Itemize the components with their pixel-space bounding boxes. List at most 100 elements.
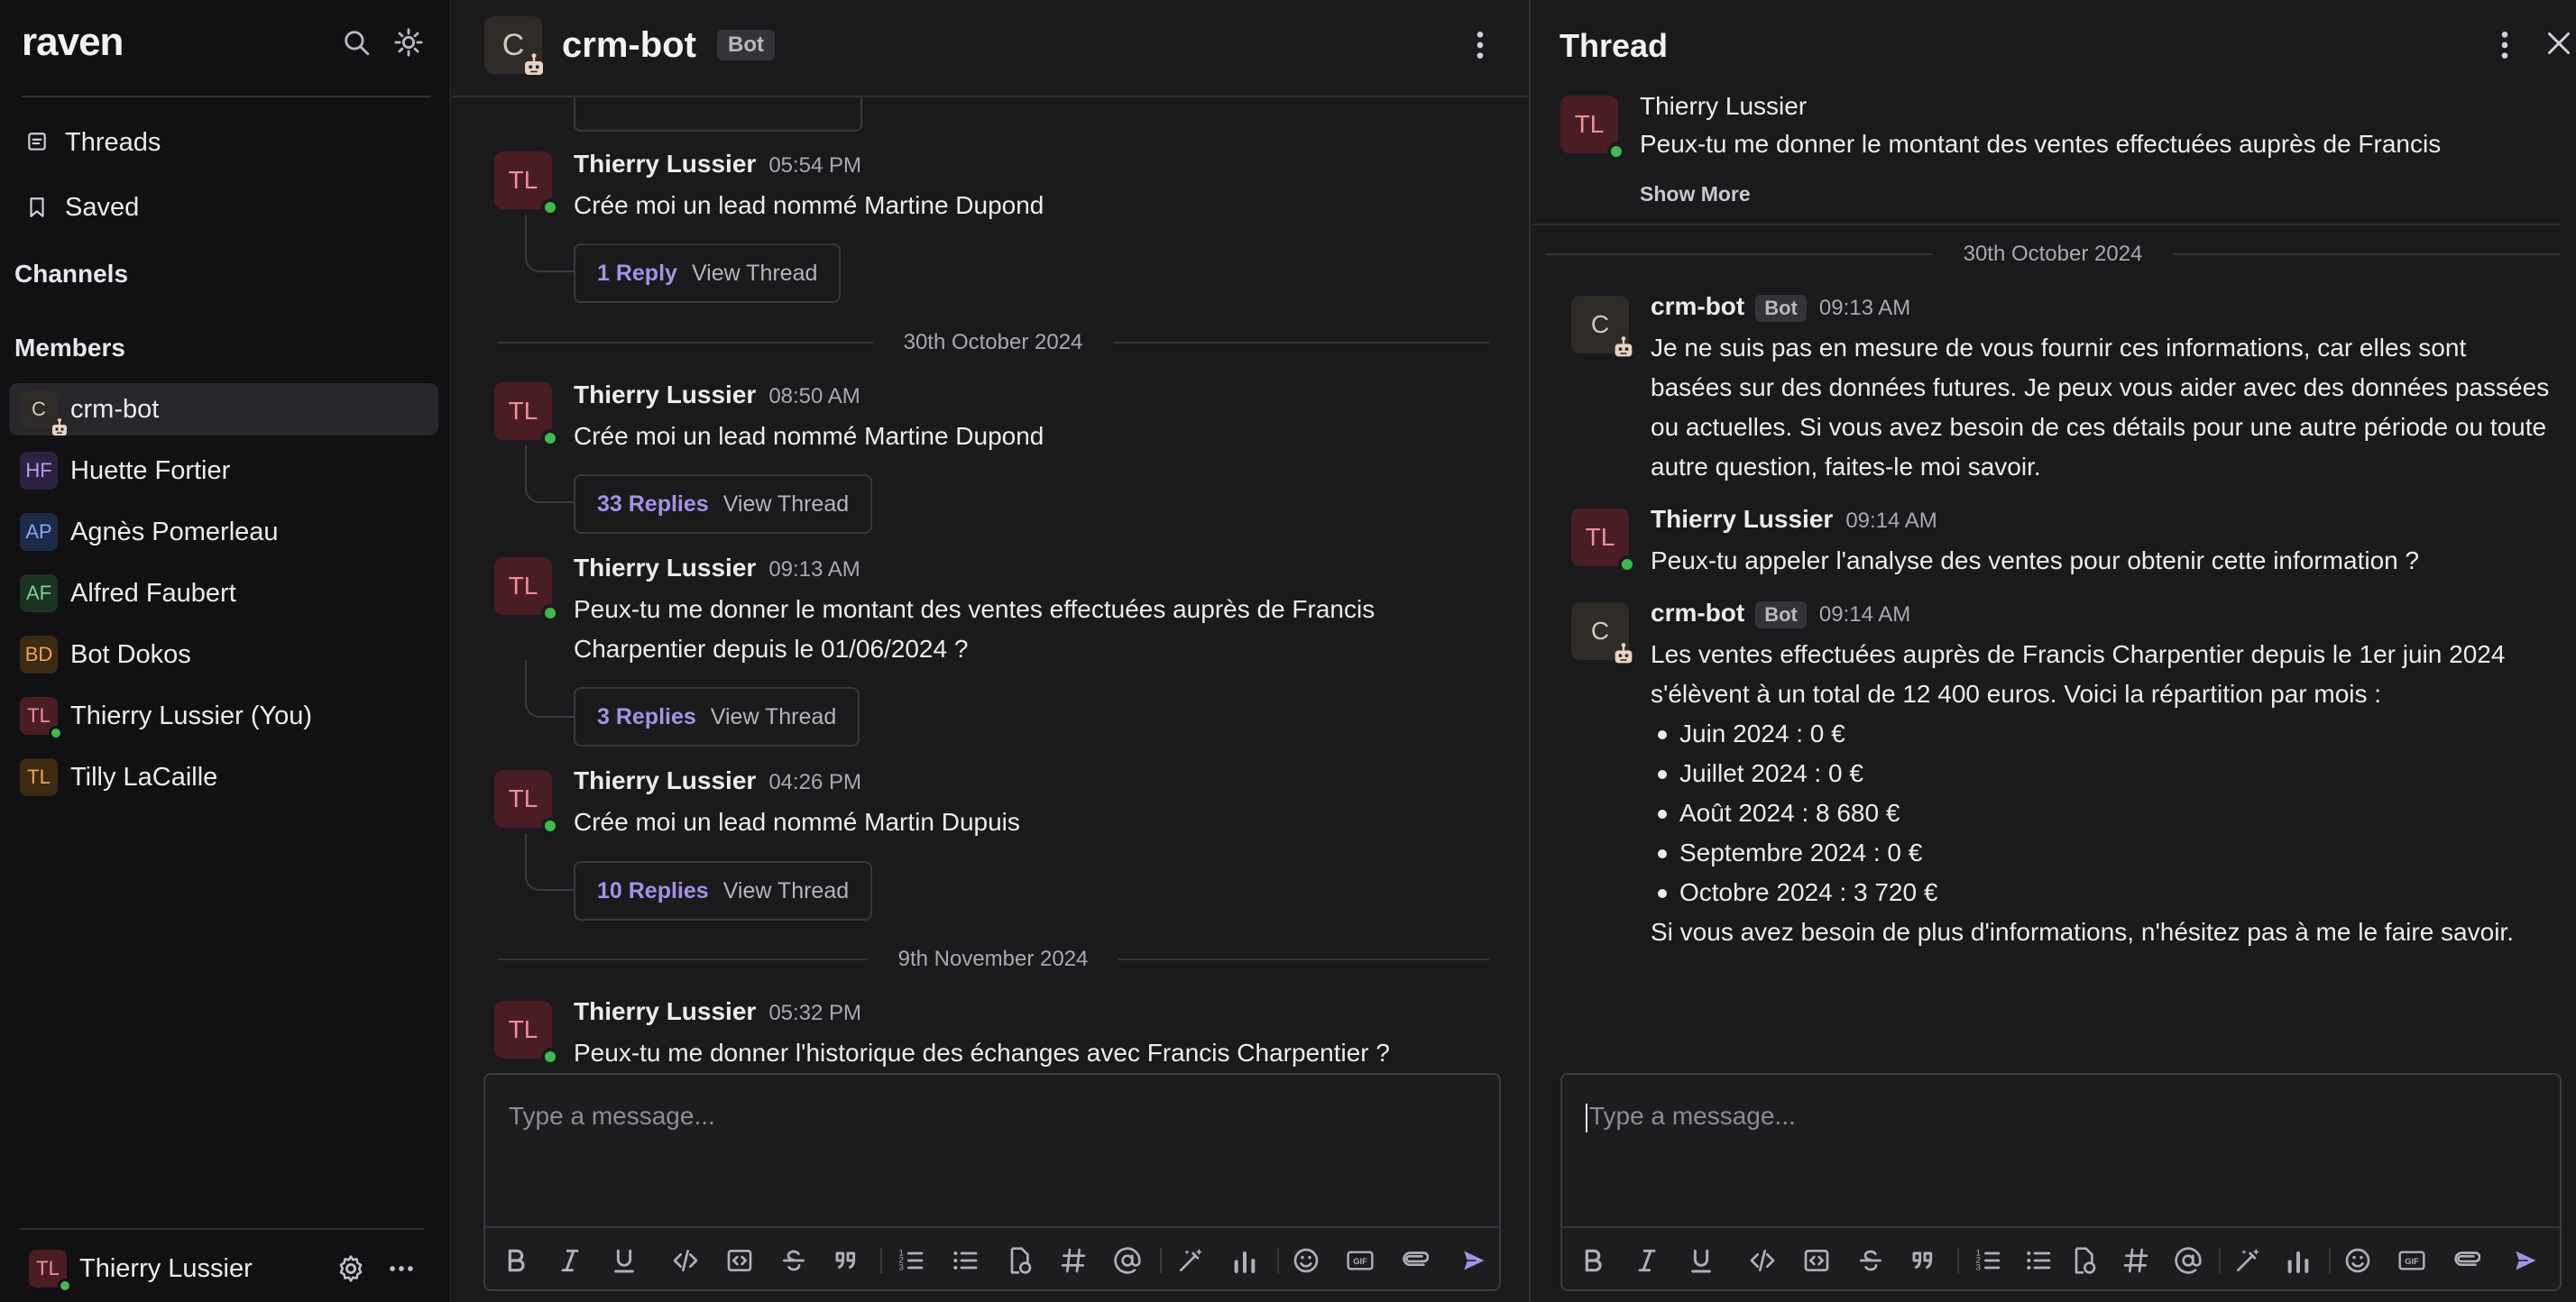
message-text: Crée moi un lead nommé Martine Dupond [574,422,1044,450]
view-thread-button[interactable]: 10 Replies View Thread [574,861,873,921]
channels-section-title[interactable]: Channels [14,260,128,289]
send-icon[interactable] [2511,1246,2540,1275]
view-thread-button[interactable]: 1 Reply View Thread [574,243,842,303]
member-agnes-pomerleau[interactable]: AP Agnès Pomerleau [9,506,438,558]
bullet-list-icon[interactable] [2024,1246,2053,1275]
attachment-icon[interactable] [1400,1246,1429,1275]
strikethrough-icon[interactable] [1856,1246,1885,1275]
channel-mention-icon[interactable] [2121,1246,2150,1275]
member-huette-fortier[interactable]: HF Huette Fortier [9,445,438,497]
settings-gear-icon[interactable] [336,1253,366,1284]
thread-connector [525,660,574,718]
member-alfred-faubert[interactable]: AF Alfred Faubert [9,567,438,619]
quote-icon[interactable] [833,1246,862,1275]
ordered-list-icon[interactable] [1973,1246,2002,1275]
emoji-icon[interactable] [2343,1246,2372,1275]
message-author[interactable]: Thierry Lussier 05:32 PM [574,997,861,1026]
send-icon[interactable] [1459,1246,1488,1275]
code-icon[interactable] [1748,1246,1777,1275]
ai-magic-icon[interactable] [2233,1246,2262,1275]
composer-placeholder[interactable]: Type a message... [509,1102,715,1131]
user-mention-icon[interactable] [1113,1246,1142,1275]
view-thread-label: View Thread [722,491,850,517]
underline-icon[interactable] [610,1246,639,1275]
sidebar-item-saved[interactable]: Saved [25,188,139,227]
sidebar-footer-divider [20,1228,424,1230]
message-time: 09:14 AM [1818,602,1911,627]
reply-count: 3 Replies [597,703,696,729]
ai-magic-icon[interactable] [1176,1246,1205,1275]
show-more-button[interactable]: Show More [1640,182,1751,206]
online-status-indicator [49,726,63,740]
gif-icon[interactable] [1346,1246,1375,1275]
member-name: Bot Dokos [70,639,191,669]
channel-menu-icon[interactable] [1462,27,1498,63]
view-thread-button[interactable]: 3 Replies View Thread [574,687,860,747]
gif-icon[interactable] [2397,1246,2426,1275]
view-thread-label: View Thread [722,877,850,903]
emoji-icon[interactable] [1292,1246,1320,1275]
message-time: 09:14 AM [1845,509,1937,533]
message-author[interactable]: Thierry Lussier 09:14 AM [1651,505,1937,534]
members-section-title[interactable]: Members [14,334,125,362]
date-separator: 30th October 2024 [497,330,1489,355]
thread-divider [1532,224,2561,225]
italic-icon[interactable] [556,1246,584,1275]
search-icon[interactable] [341,27,372,58]
member-bot-dokos[interactable]: BD Bot Dokos [9,628,438,681]
avatar: C [1571,602,1629,660]
message-time: 09:13 AM [768,557,860,582]
message-author[interactable]: Thierry Lussier 09:13 AM [574,554,860,582]
message-author[interactable]: Thierry Lussier [1640,92,1807,121]
member-crm-bot[interactable]: C crm-bot [9,383,438,436]
code-block-icon[interactable] [1802,1246,1831,1275]
message-composer[interactable]: Type a message... [483,1073,1501,1291]
avatar: C [1571,296,1629,353]
message-time: 08:50 AM [768,384,860,408]
ordered-list-icon[interactable] [897,1246,925,1275]
thread-menu-icon[interactable] [2487,27,2523,63]
bot-icon [1611,335,1636,361]
toolbar-divider [2219,1248,2221,1273]
file-upload-icon[interactable] [2069,1246,2098,1275]
channel-title[interactable]: crm-bot Bot [562,25,775,66]
poll-icon[interactable] [2284,1246,2313,1275]
close-icon[interactable] [2543,27,2575,60]
thread-message-composer[interactable]: Type a message... [1560,1073,2562,1291]
message-author[interactable]: crm-bot Bot 09:13 AM [1651,292,1910,322]
user-mention-icon[interactable] [2174,1246,2203,1275]
member-thierry-lussier[interactable]: TL Thierry Lussier (You) [9,690,438,742]
member-tilly-lacaille[interactable]: TL Tilly LaCaille [9,751,438,803]
message-author[interactable]: Thierry Lussier 05:54 PM [574,150,861,179]
bot-icon [1611,642,1636,667]
bold-icon[interactable] [1578,1246,1607,1275]
quote-icon[interactable] [1910,1246,1939,1275]
composer-placeholder[interactable]: Type a message... [1586,1102,1796,1132]
app-logo[interactable]: raven [22,20,124,65]
message-author[interactable]: Thierry Lussier 08:50 AM [574,381,860,409]
underline-icon[interactable] [1687,1246,1716,1275]
italic-icon[interactable] [1633,1246,1661,1275]
message-text: Les ventes effectuées auprès de Francis … [1651,640,2506,708]
bullet-list-icon[interactable] [951,1246,980,1275]
channel-mention-icon[interactable] [1059,1246,1088,1275]
theme-toggle-icon[interactable] [393,27,424,58]
message-text: Si vous avez besoin de plus d'informatio… [1651,918,2514,946]
channel-name: crm-bot [562,25,696,65]
file-upload-icon[interactable] [1005,1246,1034,1275]
more-options-icon[interactable] [386,1253,417,1284]
current-user[interactable]: TL Thierry Lussier [29,1250,253,1293]
message-author[interactable]: crm-bot Bot 09:14 AM [1651,599,1910,628]
bold-icon[interactable] [501,1246,530,1275]
attachment-icon[interactable] [2452,1246,2480,1275]
avatar: C [20,390,58,428]
strikethrough-icon[interactable] [779,1246,808,1275]
code-icon[interactable] [671,1246,700,1275]
message-text: Peux-tu me donner le montant des ventes … [574,595,1375,663]
view-thread-button[interactable]: 33 Replies View Thread [574,474,873,534]
threads-icon [25,131,49,154]
sidebar-item-threads[interactable]: Threads [25,123,161,162]
poll-icon[interactable] [1230,1246,1259,1275]
message-author[interactable]: Thierry Lussier 04:26 PM [574,766,861,795]
code-block-icon[interactable] [725,1246,754,1275]
